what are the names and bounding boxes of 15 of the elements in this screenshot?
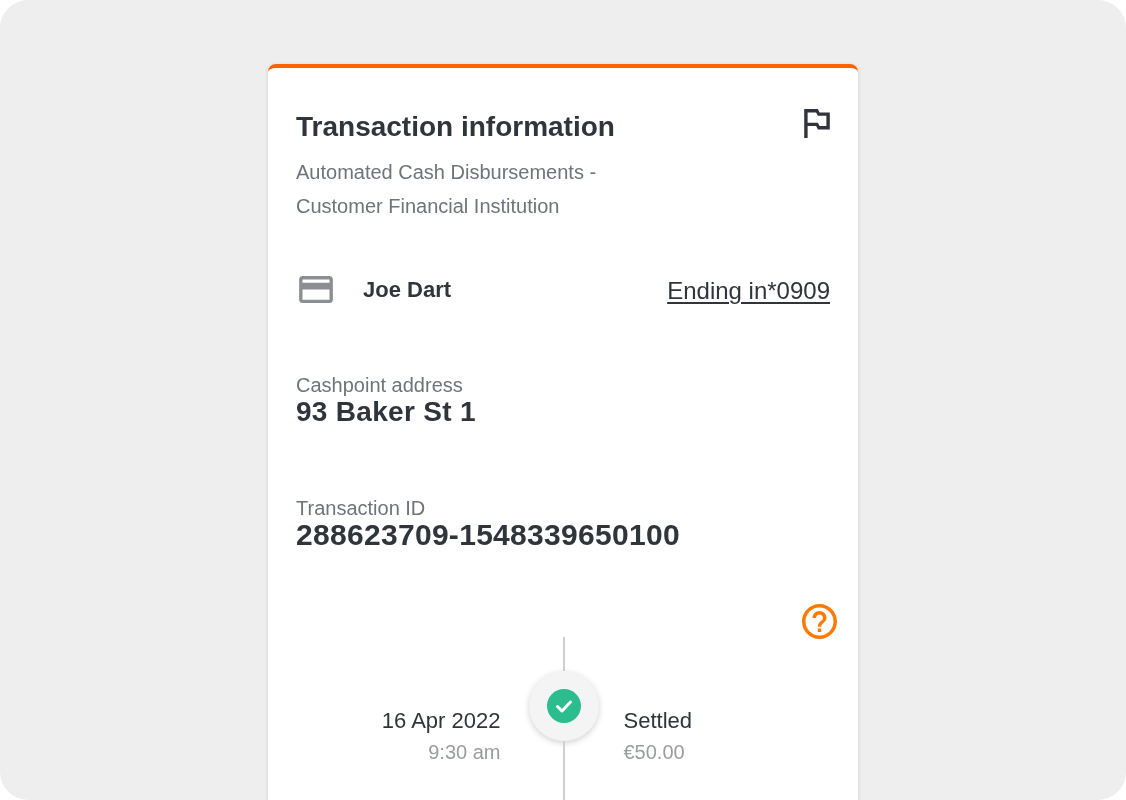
field-value: 93 Baker St 1 [296,396,476,427]
timeline-amount: €50.00 [623,739,685,765]
flag-icon[interactable] [804,109,830,138]
cardholder-name: Joe Dart [363,275,452,304]
field-label: Transaction ID [296,497,426,519]
credit-card-icon [299,275,333,303]
card-ending-link[interactable]: Ending in*0909 [667,273,830,309]
timeline-date: 16 Apr 2022 [381,706,501,735]
field-label: Cashpoint address [296,374,463,396]
timeline-status: Settled [623,706,692,735]
field-value: 288623709-1548339650100 [296,519,680,550]
card-subtitle: Automated Cash Disbursements - Customer Financial Institution [296,160,598,219]
timeline-time: 9:30 am [428,739,501,765]
help-icon[interactable] [802,604,837,639]
card-title: Transaction information [296,110,615,144]
